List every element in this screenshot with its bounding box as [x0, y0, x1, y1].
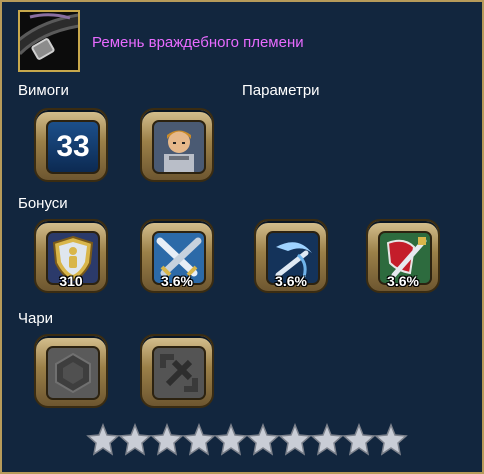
item-tooltip-panel: Ремень враждебного племени Вимоги Параме… — [0, 0, 484, 474]
enchant-slot-2[interactable] — [140, 334, 214, 408]
star-icon — [182, 423, 216, 456]
star-icon — [86, 423, 120, 456]
item-name: Ремень враждебного племени — [92, 34, 304, 51]
empty-enchant-slot-round-icon — [46, 346, 100, 400]
bonus-slot-block[interactable]: 3.6% — [366, 219, 440, 293]
star-icon — [278, 423, 312, 456]
bonus-value: 3.6% — [161, 273, 193, 289]
star-icon — [342, 423, 376, 456]
armored-knight-portrait-icon — [152, 120, 206, 174]
required-level-slot[interactable]: 33 — [34, 108, 108, 182]
bonus-slot-defense[interactable]: 310 — [34, 219, 108, 293]
bonus-value: 3.6% — [275, 273, 307, 289]
star-icon — [246, 423, 280, 456]
bonuses-heading: Бонуси — [18, 195, 68, 212]
required-level-badge: 33 — [46, 120, 100, 174]
required-level-value: 33 — [56, 130, 90, 163]
star-icon — [150, 423, 184, 456]
dark-belt-icon — [18, 10, 80, 72]
star-icon — [374, 423, 408, 456]
bonus-slot-speed[interactable]: 3.6% — [254, 219, 328, 293]
empty-enchant-slot-rune-icon — [152, 346, 206, 400]
star-icon — [118, 423, 152, 456]
star-icon — [214, 423, 248, 456]
bonus-value: 310 — [59, 273, 83, 289]
enchants-heading: Чари — [18, 310, 54, 327]
bonus-value: 3.6% — [387, 273, 419, 289]
star-icon — [310, 423, 344, 456]
enchant-slot-1[interactable] — [34, 334, 108, 408]
requirements-heading: Вимоги — [18, 82, 69, 99]
bonus-slot-attack[interactable]: 3.6% — [140, 219, 214, 293]
required-class-slot[interactable] — [140, 108, 214, 182]
parameters-heading: Параметри — [242, 82, 320, 99]
